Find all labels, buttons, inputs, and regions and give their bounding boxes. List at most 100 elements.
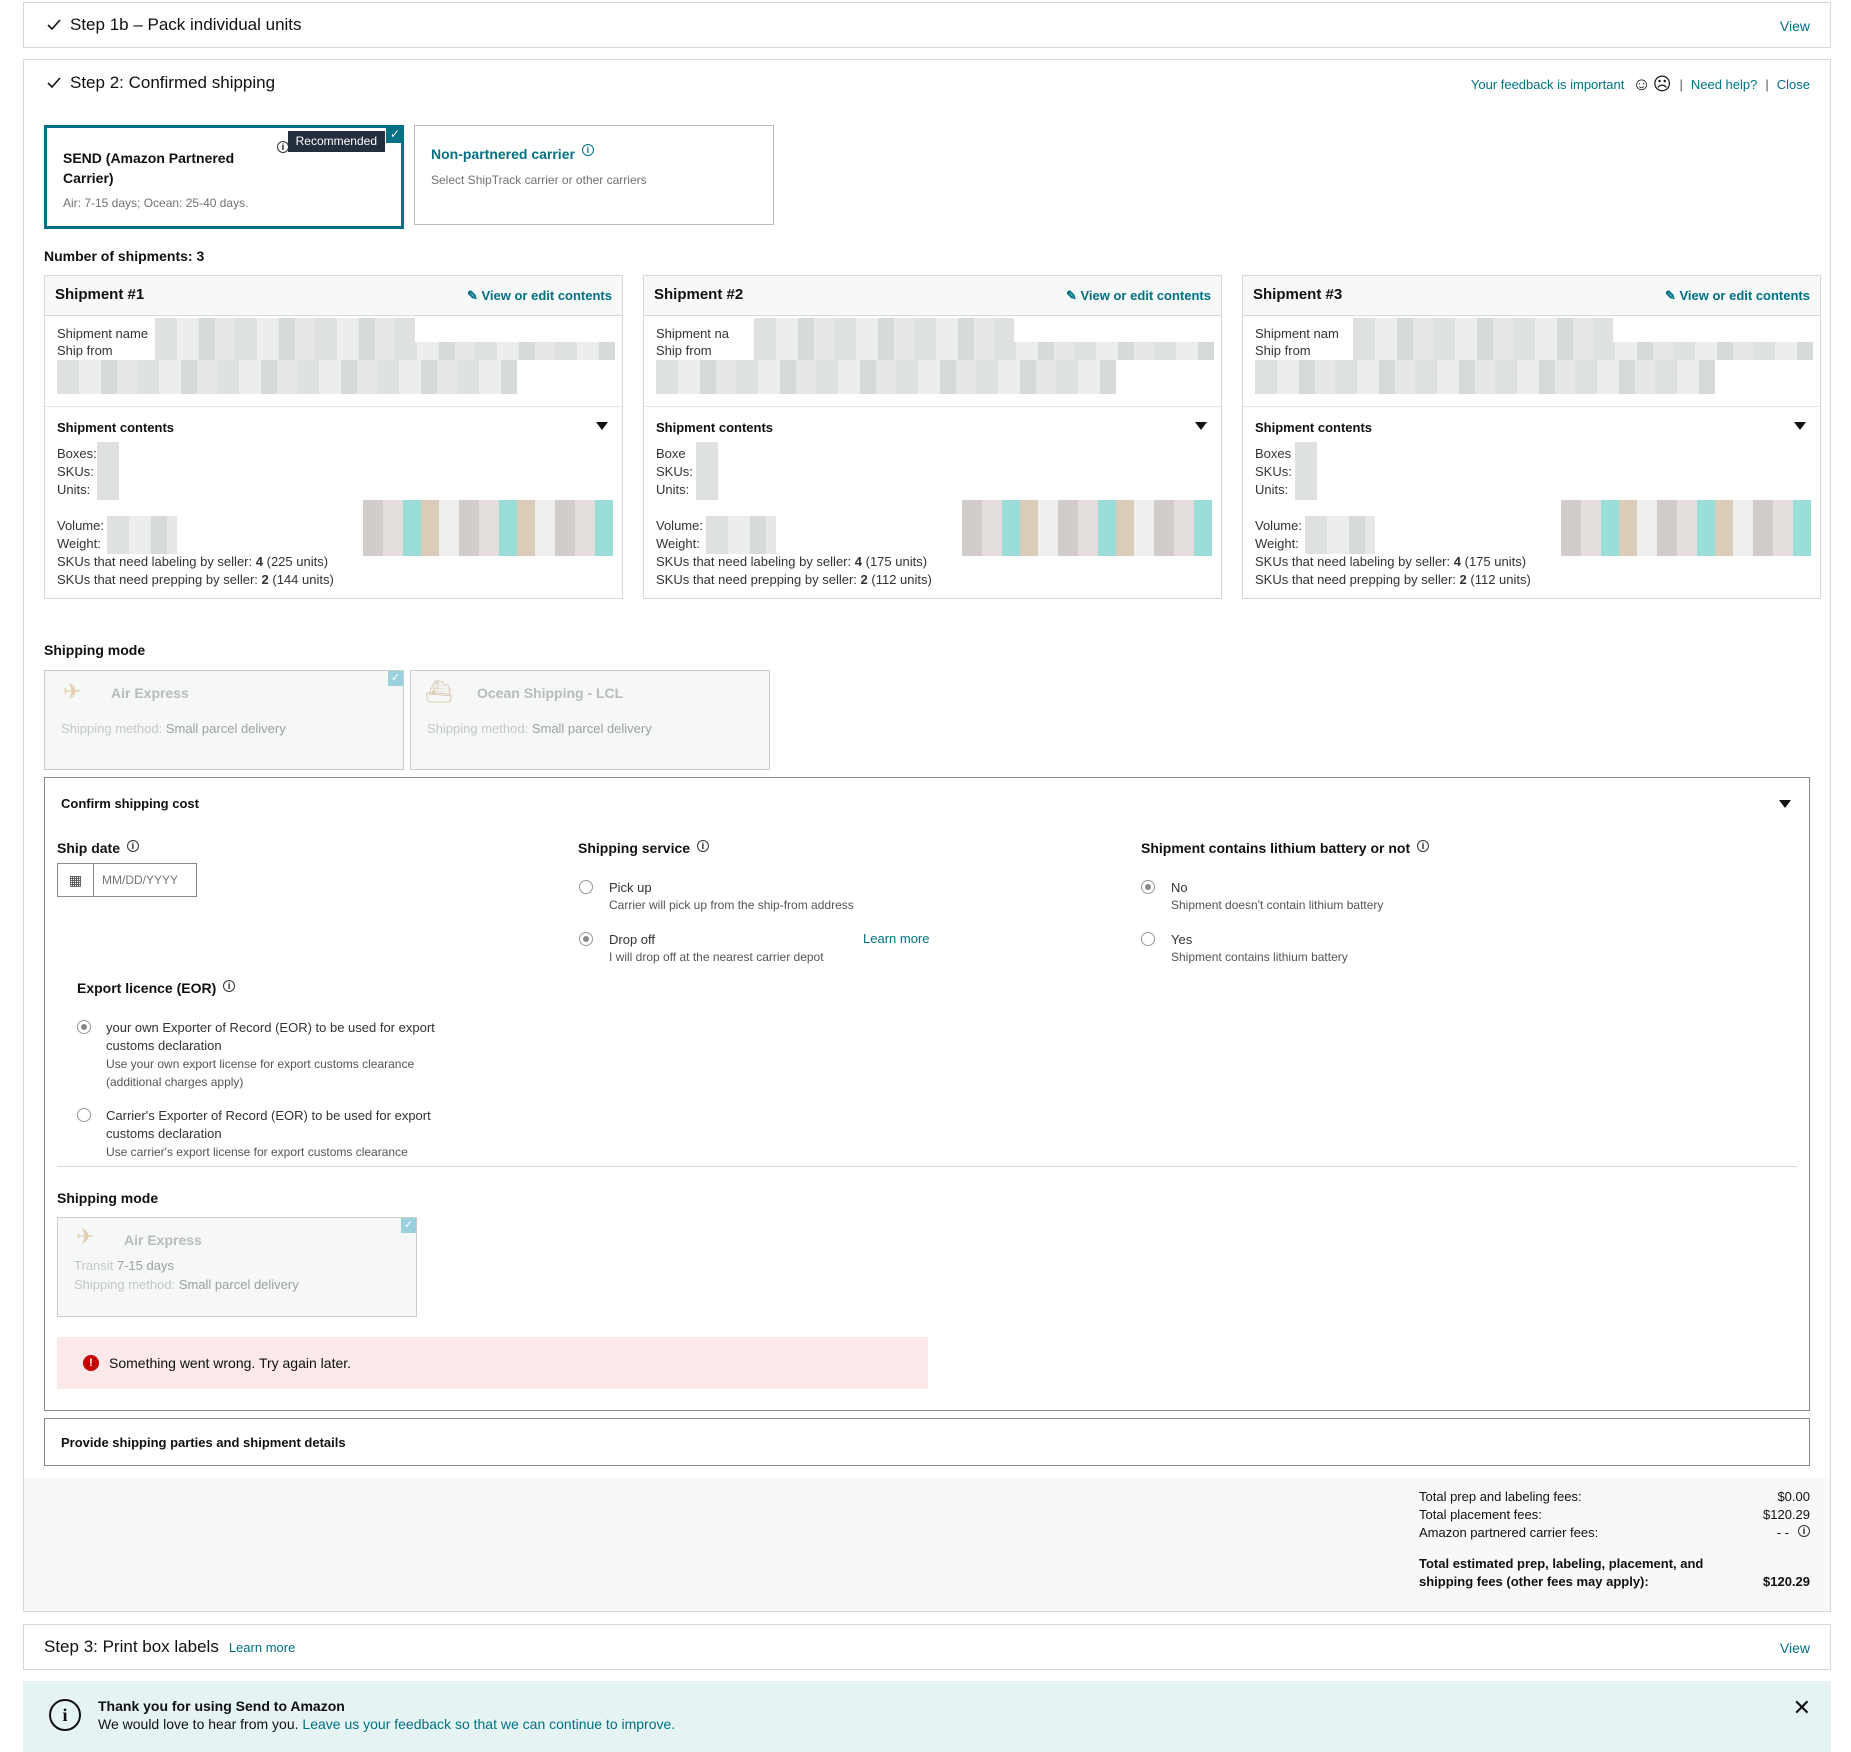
method-label: Shipping method: bbox=[61, 721, 163, 736]
redacted-block bbox=[1305, 516, 1375, 554]
step1b-view-link[interactable]: View bbox=[1780, 18, 1810, 34]
dropoff-radio[interactable] bbox=[579, 932, 593, 946]
expand-icon[interactable] bbox=[1195, 422, 1207, 430]
view-edit-contents-link[interactable]: ✎ View or edit contents bbox=[1665, 288, 1810, 304]
send-carrier-title: SEND (Amazon Partnered Carrier) bbox=[63, 150, 235, 186]
check-icon: ✓ bbox=[401, 1218, 416, 1233]
dropoff-sub: I will drop off at the nearest carrier d… bbox=[609, 950, 824, 964]
redacted-block bbox=[656, 360, 1116, 394]
view-edit-contents-text: View or edit contents bbox=[1679, 288, 1810, 303]
collapse-icon[interactable] bbox=[1779, 800, 1791, 808]
shipment-header: Shipment #1 ✎ View or edit contents bbox=[45, 276, 622, 316]
pickup-radio[interactable] bbox=[579, 880, 593, 894]
total-fees-value: $120.29 bbox=[1763, 1574, 1810, 1589]
learn-more-link[interactable]: Learn more bbox=[863, 931, 929, 946]
info-icon: i bbox=[49, 1699, 81, 1731]
banner-text-row: We would love to hear from you. Leave us… bbox=[98, 1716, 675, 1732]
step3-title: Step 3: Print box labels Learn more bbox=[44, 1637, 295, 1657]
units-label: Units: bbox=[57, 482, 91, 497]
method-value: Small parcel delivery bbox=[531, 721, 652, 736]
redacted-block bbox=[1561, 500, 1811, 556]
recommended-badge: Recommended bbox=[287, 131, 385, 152]
confirm-shipping-cost-title: Confirm shipping cost bbox=[61, 796, 199, 811]
ocean-shipping-title: Ocean Shipping - LCL bbox=[477, 685, 624, 701]
method-label: Shipping method: bbox=[427, 721, 529, 736]
need-help-link[interactable]: Need help? bbox=[1691, 77, 1758, 92]
step3-title-text: Step 3: Print box labels bbox=[44, 1637, 219, 1656]
step3-learn-more-link[interactable]: Learn more bbox=[229, 1640, 295, 1655]
ship-date-input[interactable] bbox=[94, 864, 194, 896]
skus-label: SKUs: bbox=[57, 464, 94, 479]
info-icon[interactable]: i bbox=[223, 980, 236, 992]
banner-feedback-link[interactable]: Leave us your feedback so that we can co… bbox=[302, 1716, 675, 1732]
transit-label: Transit bbox=[74, 1258, 114, 1273]
ship-date-field[interactable]: ▦ bbox=[57, 863, 197, 897]
own-eor-sub: Use your own export license for export c… bbox=[106, 1057, 415, 1089]
labeling-row: SKUs that need labeling by seller: 4 (22… bbox=[57, 554, 328, 569]
shipment-body: Shipment nam Ship from Shipment contents… bbox=[1243, 316, 1820, 598]
shipment-body: Shipment name Ship from Shipment content… bbox=[45, 316, 622, 598]
prepping-row: SKUs that need prepping by seller: 2 (11… bbox=[656, 572, 932, 587]
shipment-name-label: Shipment na bbox=[656, 326, 729, 341]
expand-icon[interactable] bbox=[596, 422, 608, 430]
ocean-shipping-method: Shipping method: Small parcel delivery bbox=[427, 721, 652, 736]
send-carrier-card[interactable]: SEND (Amazon Partnered Carrier) i Recomm… bbox=[44, 125, 404, 229]
redacted-block bbox=[155, 318, 415, 342]
lithium-yes-radio[interactable] bbox=[1141, 932, 1155, 946]
redacted-block bbox=[706, 516, 776, 554]
pencil-icon: ✎ bbox=[466, 288, 478, 303]
ship-date-label: Ship date i bbox=[57, 840, 139, 856]
feedback-link[interactable]: Your feedback is important bbox=[1471, 77, 1624, 92]
labeling-label: SKUs that need labeling by seller: bbox=[656, 554, 852, 569]
labeling-units: (175 units) bbox=[865, 554, 928, 569]
error-alert: ! Something went wrong. Try again later. bbox=[57, 1337, 928, 1389]
lithium-no-radio[interactable] bbox=[1141, 880, 1155, 894]
air-express-card: ✈ Air Express Shipping method: Small par… bbox=[44, 670, 404, 770]
carrier-eor-radio[interactable] bbox=[77, 1108, 91, 1122]
own-eor-radio[interactable] bbox=[77, 1020, 91, 1034]
air-express-selected-card: ✈ Air Express Transit 7-15 days Shipping… bbox=[57, 1217, 417, 1317]
units-label: Units: bbox=[1255, 482, 1289, 497]
info-icon[interactable]: i bbox=[1798, 1525, 1810, 1537]
shipment-card: Shipment #1 ✎ View or edit contents Ship… bbox=[44, 275, 623, 599]
info-icon[interactable]: i bbox=[581, 144, 594, 156]
ship-from-label: Ship from bbox=[656, 343, 712, 358]
shipment-contents: Shipment contents Boxes SKUs: Units: Vol… bbox=[1243, 406, 1820, 598]
shipment-contents: Shipment contents Boxe SKUs: Units: Volu… bbox=[644, 406, 1221, 598]
non-partnered-carrier-card[interactable]: Non-partnered carrier i Select ShipTrack… bbox=[414, 125, 774, 225]
labeling-label: SKUs that need labeling by seller: bbox=[1255, 554, 1451, 569]
step3-view-link[interactable]: View bbox=[1780, 1640, 1810, 1656]
shipment-contents-title: Shipment contents bbox=[656, 420, 774, 435]
smiley-icon[interactable]: ☺ bbox=[1632, 74, 1650, 95]
method-value: Small parcel delivery bbox=[178, 1277, 299, 1292]
ocean-shipping-card: ⛴ Ocean Shipping - LCL Shipping method: … bbox=[410, 670, 770, 770]
info-icon[interactable]: i bbox=[126, 840, 139, 852]
redacted-block bbox=[696, 442, 718, 500]
view-edit-contents-link[interactable]: ✎ View or edit contents bbox=[467, 288, 612, 304]
pickup-label: Pick up bbox=[609, 880, 652, 895]
shipping-parties-title: Provide shipping parties and shipment de… bbox=[61, 1435, 346, 1450]
close-link[interactable]: Close bbox=[1777, 77, 1810, 92]
prepping-row: SKUs that need prepping by seller: 2 (11… bbox=[1255, 572, 1531, 587]
shipping-mode-label: Shipping mode bbox=[44, 642, 146, 658]
lithium-yes-sub: Shipment contains lithium battery bbox=[1171, 950, 1348, 964]
redacted-block bbox=[962, 500, 1212, 556]
shipping-parties-panel[interactable]: Provide shipping parties and shipment de… bbox=[44, 1418, 1810, 1466]
air-express-title: Air Express bbox=[124, 1232, 202, 1248]
expand-icon[interactable] bbox=[1794, 422, 1806, 430]
prepping-label: SKUs that need prepping by seller: bbox=[1255, 572, 1456, 587]
frown-icon[interactable]: ☹ bbox=[1653, 74, 1672, 95]
calendar-icon[interactable]: ▦ bbox=[58, 864, 94, 896]
placement-fees-value: $120.29 bbox=[1763, 1507, 1810, 1522]
volume-label: Volume: bbox=[57, 518, 104, 533]
view-edit-contents-link[interactable]: ✎ View or edit contents bbox=[1066, 288, 1211, 304]
airplane-icon: ✈ bbox=[76, 1224, 95, 1249]
close-icon[interactable]: ✕ bbox=[1793, 1695, 1811, 1721]
info-icon[interactable]: i bbox=[1417, 840, 1430, 852]
non-partnered-title-text: Non-partnered carrier bbox=[431, 146, 575, 162]
pickup-sub: Carrier will pick up from the ship-from … bbox=[609, 898, 854, 912]
info-icon[interactable]: i bbox=[696, 840, 709, 852]
prepping-units: (144 units) bbox=[272, 572, 334, 587]
labeling-row: SKUs that need labeling by seller: 4 (17… bbox=[656, 554, 927, 569]
volume-label: Volume: bbox=[656, 518, 703, 533]
